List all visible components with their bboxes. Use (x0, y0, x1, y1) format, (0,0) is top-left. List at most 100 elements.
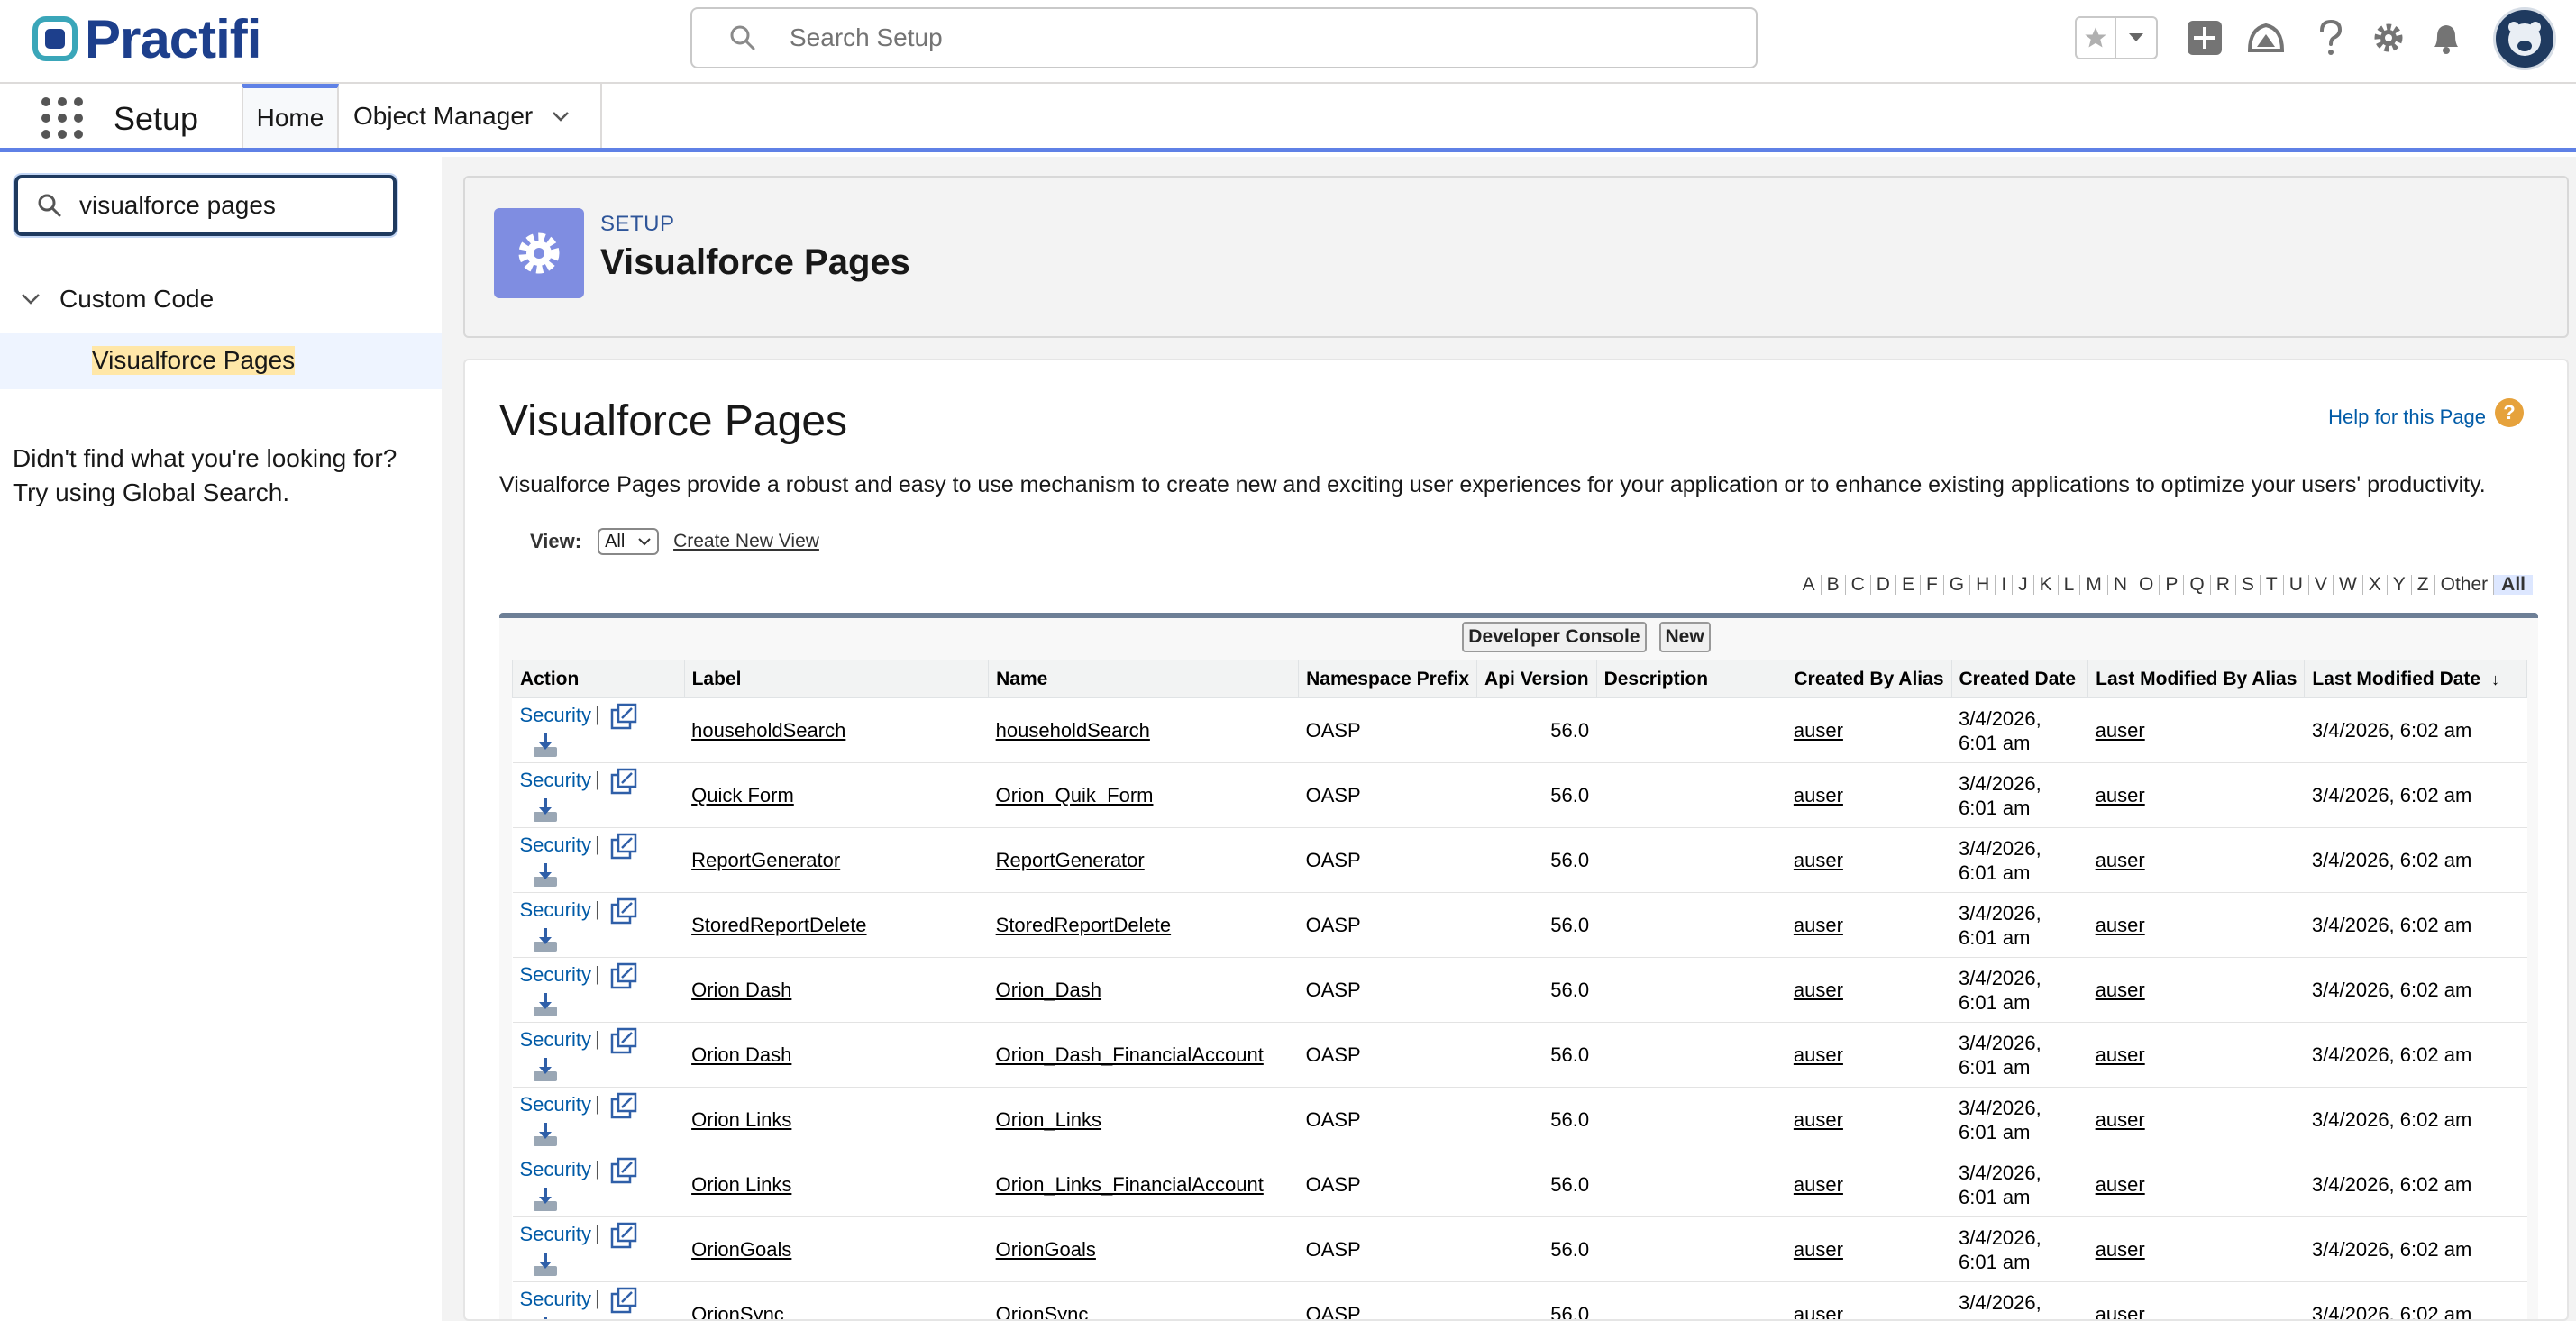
new-button[interactable]: New (1658, 622, 1711, 652)
download-icon[interactable] (531, 1120, 560, 1149)
alpha-filter-item[interactable]: C (1846, 575, 1871, 595)
page-name-link[interactable]: Orion_Links_FinancialAccount (996, 1173, 1264, 1196)
security-link[interactable]: Security (520, 897, 591, 920)
help-circle-icon[interactable]: ? (2495, 398, 2524, 427)
download-icon[interactable] (531, 990, 560, 1019)
alpha-filter-item[interactable]: F (1921, 575, 1944, 595)
alpha-filter-item[interactable]: E (1896, 575, 1921, 595)
page-label-link[interactable]: Orion Dash (691, 979, 791, 1001)
page-label-link[interactable]: OrionGoals (691, 1238, 791, 1261)
edit-popout-icon[interactable] (609, 1156, 638, 1185)
page-name-link[interactable]: Orion_Quik_Form (996, 784, 1154, 806)
quick-find-input[interactable]: visualforce pages (14, 175, 397, 236)
security-link[interactable]: Security (520, 703, 591, 725)
column-header[interactable]: Api Version (1476, 660, 1597, 698)
alpha-filter-item[interactable]: Other (2435, 575, 2495, 595)
tree-item-visualforce-pages[interactable]: Visualforce Pages (0, 333, 442, 389)
trailhead-button[interactable] (2244, 16, 2288, 59)
download-icon[interactable] (531, 796, 560, 824)
modified-by-link[interactable]: auser (2096, 914, 2145, 936)
alpha-filter-item[interactable]: S (2236, 575, 2261, 595)
alpha-filter-item[interactable]: M (2080, 575, 2108, 595)
created-by-link[interactable]: auser (1794, 849, 1843, 871)
modified-by-link[interactable]: auser (2096, 849, 2145, 871)
security-link[interactable]: Security (520, 833, 591, 855)
page-name-link[interactable]: ReportGenerator (996, 849, 1145, 871)
download-icon[interactable] (531, 1055, 560, 1084)
edit-popout-icon[interactable] (609, 767, 638, 796)
alpha-filter-item[interactable]: X (2363, 575, 2388, 595)
alpha-filter-item[interactable]: K (2034, 575, 2059, 595)
edit-popout-icon[interactable] (609, 702, 638, 731)
alpha-filter-item[interactable]: Q (2184, 575, 2211, 595)
help-button[interactable] (2309, 16, 2352, 59)
alpha-filter-item[interactable]: R (2211, 575, 2236, 595)
alpha-filter-item[interactable]: H (1970, 575, 1996, 595)
edit-popout-icon[interactable] (609, 897, 638, 925)
alpha-filter-item[interactable]: B (1822, 575, 1846, 595)
download-icon[interactable] (531, 1185, 560, 1214)
created-by-link[interactable]: auser (1794, 719, 1843, 742)
modified-by-link[interactable]: auser (2096, 1303, 2145, 1320)
modified-by-link[interactable]: auser (2096, 1043, 2145, 1066)
alpha-filter-item[interactable]: T (2261, 575, 2284, 595)
page-name-link[interactable]: OrionSync (996, 1303, 1089, 1320)
modified-by-link[interactable]: auser (2096, 1173, 2145, 1196)
download-icon[interactable] (531, 1250, 560, 1279)
created-by-link[interactable]: auser (1794, 1238, 1843, 1261)
tree-group-custom-code[interactable]: Custom Code (18, 285, 214, 314)
download-icon[interactable] (531, 731, 560, 760)
alpha-filter-item[interactable]: D (1871, 575, 1896, 595)
page-label-link[interactable]: Orion Links (691, 1108, 791, 1131)
alpha-filter-item[interactable]: V (2309, 575, 2334, 595)
alpha-filter-item[interactable]: Y (2388, 575, 2412, 595)
practifi-logo[interactable]: Practifi (32, 9, 261, 69)
column-header[interactable]: Description (1595, 660, 1787, 698)
global-search-input[interactable]: Search Setup (690, 7, 1758, 68)
column-header[interactable]: Created Date (1950, 660, 2089, 698)
edit-popout-icon[interactable] (609, 832, 638, 861)
page-name-link[interactable]: OrionGoals (996, 1238, 1096, 1261)
column-header[interactable]: Created By Alias (1786, 660, 1952, 698)
security-link[interactable]: Security (520, 1092, 591, 1115)
column-header[interactable]: Last Modified By Alias (2087, 660, 2306, 698)
help-for-page-link[interactable]: Help for this Page (2328, 405, 2486, 429)
created-by-link[interactable]: auser (1794, 1043, 1843, 1066)
alpha-filter-item[interactable]: U (2284, 575, 2309, 595)
security-link[interactable]: Security (520, 962, 591, 985)
notifications-button[interactable] (2425, 16, 2468, 59)
page-label-link[interactable]: ReportGenerator (691, 849, 840, 871)
create-new-view-link[interactable]: Create New View (673, 531, 819, 552)
page-label-link[interactable]: Orion Dash (691, 1043, 791, 1066)
column-header[interactable]: Action (512, 660, 685, 698)
page-name-link[interactable]: Orion_Dash_FinancialAccount (996, 1043, 1264, 1066)
page-label-link[interactable]: Quick Form (691, 784, 794, 806)
created-by-link[interactable]: auser (1794, 1173, 1843, 1196)
security-link[interactable]: Security (520, 1222, 591, 1244)
page-label-link[interactable]: StoredReportDelete (691, 914, 866, 936)
alpha-filter-item[interactable]: P (2160, 575, 2185, 595)
global-actions-button[interactable] (2183, 16, 2226, 59)
page-name-link[interactable]: Orion_Dash (996, 979, 1101, 1001)
security-link[interactable]: Security (520, 1027, 591, 1050)
developer-console-button[interactable]: Developer Console (1462, 622, 1647, 652)
security-link[interactable]: Security (520, 1157, 591, 1180)
user-avatar[interactable] (2493, 7, 2556, 70)
alpha-filter-item[interactable]: W (2334, 575, 2363, 595)
edit-popout-icon[interactable] (609, 1221, 638, 1250)
column-header[interactable]: Name (988, 660, 1300, 698)
column-header[interactable]: Label (683, 660, 990, 698)
modified-by-link[interactable]: auser (2096, 979, 2145, 1001)
page-name-link[interactable]: Orion_Links (996, 1108, 1101, 1131)
favorite-star-button[interactable] (2077, 18, 2116, 58)
alpha-filter-item[interactable]: O (2133, 575, 2160, 595)
created-by-link[interactable]: auser (1794, 914, 1843, 936)
app-launcher-button[interactable] (40, 96, 85, 141)
security-link[interactable]: Security (520, 1287, 591, 1309)
alpha-filter-item[interactable]: All (2494, 575, 2533, 595)
created-by-link[interactable]: auser (1794, 1108, 1843, 1131)
download-icon[interactable] (531, 1315, 560, 1319)
modified-by-link[interactable]: auser (2096, 1108, 2145, 1131)
tab-object-manager[interactable]: Object Manager (339, 84, 602, 148)
alpha-filter-item[interactable]: G (1944, 575, 1971, 595)
